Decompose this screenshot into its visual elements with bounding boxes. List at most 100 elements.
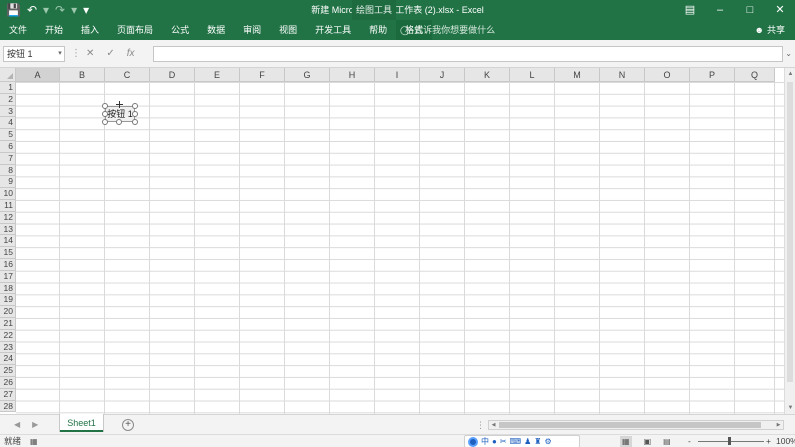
resize-handle-bc[interactable] — [116, 119, 122, 125]
page-break-view-icon[interactable]: ▤ — [663, 436, 671, 447]
column-header-c[interactable]: C — [105, 68, 150, 82]
undo-icon[interactable]: ↶ — [27, 2, 37, 18]
ime-punct-icon[interactable]: ● — [492, 436, 497, 447]
undo-dropdown-icon[interactable]: ▾ — [43, 2, 49, 18]
customize-qat-icon[interactable]: ▾ — [83, 2, 89, 18]
horizontal-scrollbar[interactable]: ◀ ▶ — [488, 420, 784, 430]
scroll-down-icon[interactable]: ▼ — [786, 403, 795, 413]
maximize-icon[interactable]: □ — [735, 0, 765, 20]
column-header-o[interactable]: O — [645, 68, 690, 82]
tab-page-layout[interactable]: 页面布局 — [108, 20, 162, 40]
ribbon-display-options-icon[interactable]: ▤ — [675, 0, 705, 20]
column-header-i[interactable]: I — [375, 68, 420, 82]
macro-record-icon[interactable]: ▦ — [30, 436, 38, 447]
tab-data[interactable]: 数据 — [198, 20, 234, 40]
zoom-out-button[interactable]: - — [688, 436, 691, 447]
cell-area[interactable] — [16, 82, 795, 414]
redo-icon[interactable]: ↷ — [55, 2, 65, 18]
horizontal-scroll-thumb[interactable] — [499, 422, 761, 428]
insert-function-button[interactable]: fx — [127, 46, 135, 62]
column-header-e[interactable]: E — [195, 68, 240, 82]
zoom-slider-thumb[interactable] — [728, 437, 731, 445]
ime-keyboard-icon[interactable]: ⌨ — [510, 436, 522, 447]
tab-home[interactable]: 开始 — [36, 20, 72, 40]
resize-handle-ml[interactable] — [102, 111, 108, 117]
column-header-p[interactable]: P — [690, 68, 735, 82]
tab-split-handle[interactable]: ⋮ — [476, 419, 485, 431]
row-header-6[interactable]: 6 — [0, 140, 16, 153]
ime-settings-icon[interactable]: ⚙ — [544, 436, 551, 447]
zoom-in-button[interactable]: + — [766, 436, 771, 447]
row-header-14[interactable]: 14 — [0, 235, 16, 248]
ime-skin-icon[interactable]: ♜ — [534, 436, 541, 447]
column-header-a[interactable]: A — [16, 68, 60, 82]
page-layout-view-icon[interactable]: ▣ — [644, 436, 652, 447]
row-header-13[interactable]: 13 — [0, 223, 16, 236]
row-header-8[interactable]: 8 — [0, 164, 16, 177]
sheet-tab-sheet1[interactable]: Sheet1 — [60, 414, 103, 432]
tab-developer[interactable]: 开发工具 — [306, 20, 360, 40]
row-header-28[interactable]: 28 — [0, 400, 16, 413]
save-icon[interactable]: 💾 — [6, 2, 21, 18]
row-header-23[interactable]: 23 — [0, 341, 16, 354]
tab-review[interactable]: 审阅 — [234, 20, 270, 40]
column-header-g[interactable]: G — [285, 68, 330, 82]
zoom-slider-track[interactable] — [698, 441, 764, 442]
add-sheet-button[interactable]: + — [122, 419, 134, 431]
prev-sheet-icon[interactable]: ◀ — [14, 418, 20, 432]
column-header-k[interactable]: K — [465, 68, 510, 82]
row-header-15[interactable]: 15 — [0, 247, 16, 259]
tell-me-box[interactable]: ◯ 告诉我你想要做什么 — [400, 20, 495, 40]
vertical-scroll-thumb[interactable] — [787, 82, 793, 382]
row-header-7[interactable]: 7 — [0, 152, 16, 165]
scroll-up-icon[interactable]: ▲ — [786, 69, 795, 79]
row-header-19[interactable]: 19 — [0, 294, 16, 307]
close-icon[interactable]: ✕ — [765, 0, 795, 20]
tab-insert[interactable]: 插入 — [72, 20, 108, 40]
tab-file[interactable]: 文件 — [0, 20, 36, 40]
row-header-18[interactable]: 18 — [0, 282, 16, 295]
row-header-27[interactable]: 27 — [0, 388, 16, 401]
minimize-icon[interactable]: – — [705, 0, 735, 20]
column-header-q[interactable]: Q — [735, 68, 775, 82]
row-header-2[interactable]: 2 — [0, 93, 16, 106]
ime-user-icon[interactable]: ♟ — [524, 436, 531, 447]
row-header-11[interactable]: 11 — [0, 199, 16, 212]
next-sheet-icon[interactable]: ▶ — [32, 418, 38, 432]
row-header-10[interactable]: 10 — [0, 188, 16, 200]
select-all-corner[interactable] — [0, 68, 16, 82]
row-header-16[interactable]: 16 — [0, 258, 16, 271]
column-header-d[interactable]: D — [150, 68, 195, 82]
column-header-l[interactable]: L — [510, 68, 555, 82]
share-button[interactable]: ☻ 共享 — [755, 20, 786, 40]
column-header-b[interactable]: B — [60, 68, 105, 82]
resize-handle-mr[interactable] — [132, 111, 138, 117]
resize-handle-tr[interactable] — [132, 103, 138, 109]
row-header-26[interactable]: 26 — [0, 376, 16, 389]
row-header-21[interactable]: 21 — [0, 317, 16, 330]
ime-language[interactable]: 中 — [481, 436, 489, 447]
resize-handle-bl[interactable] — [102, 119, 108, 125]
cancel-entry-button[interactable]: ✕ — [86, 46, 94, 62]
column-header-h[interactable]: H — [330, 68, 375, 82]
row-header-1[interactable]: 1 — [0, 82, 16, 94]
tab-formulas[interactable]: 公式 — [162, 20, 198, 40]
scroll-left-icon[interactable]: ◀ — [489, 421, 498, 429]
row-header-9[interactable]: 9 — [0, 176, 16, 189]
formula-input[interactable] — [153, 46, 783, 62]
column-header-j[interactable]: J — [420, 68, 465, 82]
row-header-4[interactable]: 4 — [0, 117, 16, 130]
row-header-17[interactable]: 17 — [0, 270, 16, 283]
expand-formula-bar-icon[interactable]: ⌄ — [785, 46, 792, 62]
enter-entry-button[interactable]: ✓ — [106, 46, 114, 62]
column-header-f[interactable]: F — [240, 68, 285, 82]
tab-view[interactable]: 视图 — [270, 20, 306, 40]
formula-bar-splitter[interactable]: ⋮ — [71, 48, 81, 59]
ime-tools-icon[interactable]: ✂ — [500, 436, 507, 447]
zoom-level[interactable]: 100% — [776, 436, 795, 447]
row-header-20[interactable]: 20 — [0, 306, 16, 318]
vertical-scrollbar[interactable]: ▲ ▼ — [784, 68, 795, 414]
row-header-25[interactable]: 25 — [0, 365, 16, 377]
ime-toolbar[interactable]: 中 ● ✂ ⌨ ♟ ♜ ⚙ — [464, 435, 580, 447]
row-header-12[interactable]: 12 — [0, 211, 16, 224]
